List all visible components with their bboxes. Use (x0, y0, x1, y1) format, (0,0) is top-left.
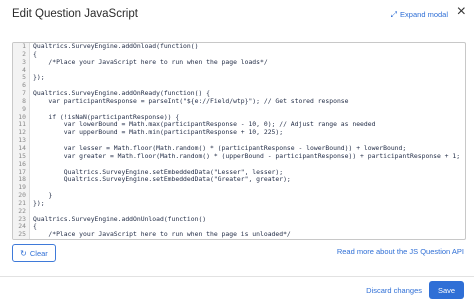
line-number: 2 (22, 49, 26, 58)
line-number: 4 (22, 65, 26, 74)
line-number: 26 (18, 238, 26, 239)
footer-divider (0, 276, 474, 277)
code-text: var greater = Math.floor(Math.random() *… (33, 151, 461, 160)
code-line: 12 var upperBound = Math.min(participant… (13, 128, 465, 137)
code-line: 1 Qualtrics.SurveyEngine.addOnload(functi… (13, 43, 465, 51)
dialog-title: Edit Question JavaScript (12, 8, 138, 20)
code-line: 25 /*Place your JavaScript here to run w… (13, 230, 465, 239)
expand-modal-label: Expand modal (400, 10, 448, 19)
code-text: /*Place your JavaScript here to run when… (33, 57, 268, 66)
code-line: 18 Qualtrics.SurveyEngine.setEmbeddedDat… (13, 175, 465, 184)
code-text: Qualtrics.SurveyEngine.addOnUnload(funct… (33, 214, 207, 223)
code-line: 15 var greater = Math.floor(Math.random(… (13, 151, 465, 161)
line-number: 1 (22, 42, 26, 50)
line-number: 7 (22, 89, 26, 98)
line-number: 8 (22, 96, 26, 105)
code-line: 20 } (13, 191, 465, 200)
code-line: 5}); (13, 74, 465, 82)
code-line: 23 Qualtrics.SurveyEngine.addOnUnload(fun… (13, 214, 465, 224)
expand-icon: ⤢ (390, 9, 398, 19)
js-api-link[interactable]: Read more about the JS Question API (337, 247, 464, 256)
close-icon[interactable]: × (457, 4, 466, 20)
code-text: var upperBound = Math.min(participantRes… (33, 128, 284, 137)
code-line: 26 (18, 238, 33, 240)
line-number: 6 (22, 81, 26, 90)
code-line: 4 (13, 65, 465, 75)
clear-label: Clear (29, 248, 48, 258)
line-number: 3 (22, 57, 26, 66)
expand-modal-link[interactable]: ⤢ Expand modal (391, 10, 448, 19)
code-line: 3 /*Place your JavaScript here to run wh… (13, 57, 465, 67)
code-line: 8 var participantResponse = parseInt("${… (13, 96, 465, 106)
save-button[interactable]: Save (429, 281, 464, 299)
code-text: Qualtrics.SurveyEngine.setEmbeddedData("… (33, 175, 291, 184)
code-text: var participantResponse = parseInt("${e:… (33, 96, 349, 105)
code-text: Qualtrics.SurveyEngine.addOnload(functio… (33, 42, 199, 50)
code-text: }); (33, 73, 45, 82)
code-text: /*Place your JavaScript here to run when… (33, 230, 291, 239)
clear-button[interactable]: ↻ Clear (12, 244, 56, 262)
line-number: 5 (22, 73, 26, 82)
discard-changes-button[interactable]: Discard changes (366, 286, 422, 295)
code-line: 21}); (13, 198, 465, 208)
code-text: }); (33, 198, 45, 207)
code-lines: 1 Qualtrics.SurveyEngine.addOnload(functi… (13, 43, 465, 240)
refresh-icon: ↻ (20, 248, 27, 258)
code-editor[interactable]: 1 Qualtrics.SurveyEngine.addOnload(functi… (12, 42, 466, 240)
code-line: 19 (13, 183, 465, 192)
